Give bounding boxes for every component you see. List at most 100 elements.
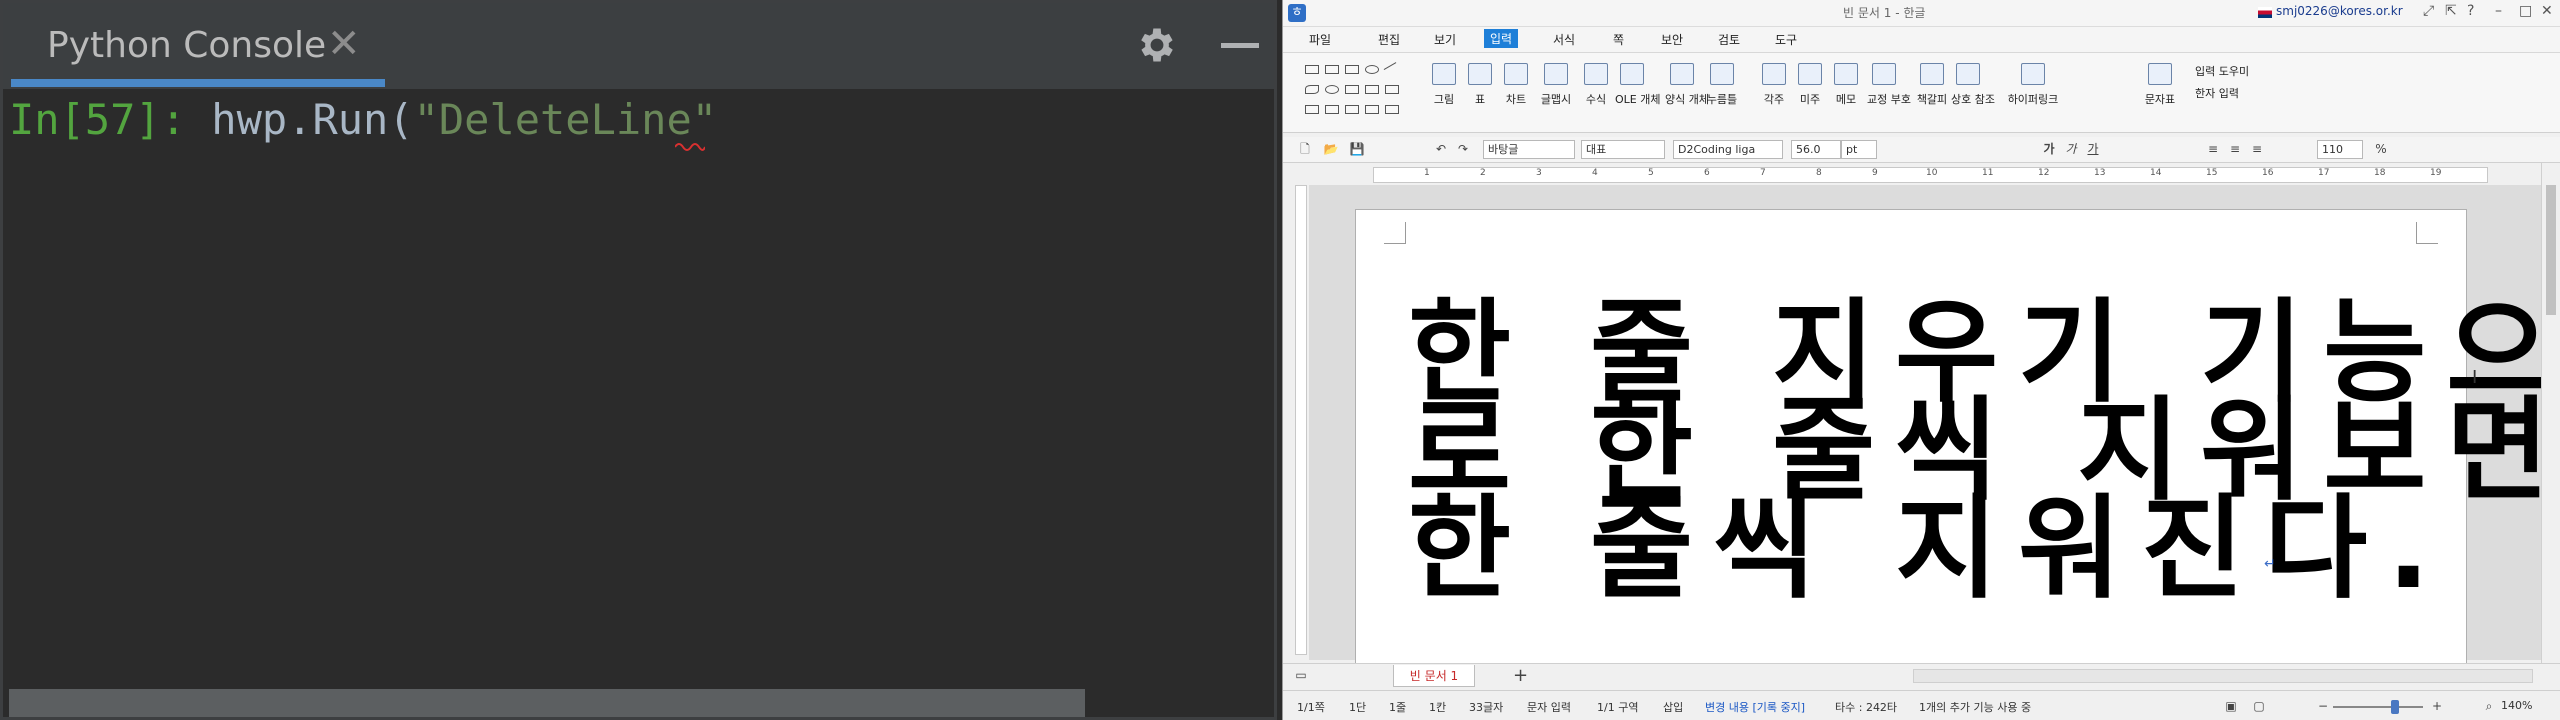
hanja-input-button[interactable]: 한자 입력 — [2195, 85, 2239, 101]
add-tab-icon[interactable]: + — [1513, 665, 1528, 686]
zoom-slider[interactable] — [2333, 706, 2423, 708]
chart-icon — [1504, 63, 1528, 85]
underline-icon[interactable]: 가 — [2085, 141, 2101, 157]
document-page[interactable]: 한 줄 지우기 기능으 로 한 줄씩 지워보면 한 줄씩 지워진다. ↵ — [1355, 209, 2549, 664]
magnifier-icon[interactable]: ⌕ — [2481, 698, 2497, 714]
ribbon-form-button[interactable]: 양식 개체 — [1665, 63, 1709, 107]
ribbon-endnote-button[interactable]: 미주 — [1793, 63, 1827, 107]
menu-review[interactable]: 검토 — [1718, 31, 1740, 48]
status-insert[interactable]: 삽입 — [1663, 699, 1683, 715]
menu-view[interactable]: 보기 — [1434, 31, 1456, 48]
document-horizontal-scrollbar[interactable] — [1913, 669, 2533, 683]
ribbon-footnote-button[interactable]: 각주 — [1757, 63, 1791, 107]
ribbon-field-button[interactable]: 누름틀 — [1705, 63, 1739, 107]
font-size-input[interactable]: 56.0 — [1791, 140, 1841, 159]
status-column: 1단 — [1349, 701, 1367, 714]
fullscreen-icon[interactable]: ⤢ — [2423, 3, 2434, 19]
ruler-number: 11 — [1982, 168, 1994, 178]
status-addons[interactable]: 1개의 추가 기능 사용 중 — [1919, 699, 2031, 715]
horizontal-scrollbar[interactable] — [9, 689, 1085, 717]
menu-file[interactable]: 파일 — [1309, 31, 1331, 48]
window-minimize-icon[interactable]: – — [2495, 3, 2502, 19]
redo-icon[interactable]: ↷ — [1455, 141, 1471, 157]
page-view-icon[interactable]: ▢ — [2251, 698, 2267, 714]
menu-format[interactable]: 서식 — [1553, 31, 1575, 48]
zoom-out-icon[interactable]: − — [2315, 698, 2331, 714]
equation-icon — [1584, 63, 1608, 85]
menu-edit[interactable]: 편집 — [1378, 31, 1400, 48]
font-unit-select[interactable]: pt — [1841, 140, 1877, 159]
window-close-icon[interactable]: ✕ — [2541, 3, 2553, 19]
shape-gallery[interactable] — [1305, 62, 1415, 125]
new-document-icon[interactable]: 🗋 — [1297, 141, 1313, 157]
restore-icon[interactable]: ⇱ — [2445, 3, 2457, 19]
window-maximize-icon[interactable]: □ — [2519, 3, 2532, 19]
undo-icon[interactable]: ↶ — [1433, 141, 1449, 157]
tab-python-console[interactable]: Python Console ✕ — [11, 3, 385, 89]
ribbon-symbol-button[interactable]: 문자표 — [2143, 63, 2177, 107]
ribbon-bookmark-button[interactable]: 책갈피 — [1915, 63, 1949, 107]
ribbon-proofmark-button[interactable]: 교정 부호 — [1867, 63, 1911, 107]
help-icon[interactable]: ? — [2467, 3, 2474, 19]
minimize-icon[interactable] — [1221, 43, 1259, 48]
align-justify-icon[interactable]: ≡ — [2205, 141, 2221, 157]
ruler-number: 13 — [2094, 168, 2106, 178]
ribbon-table-button[interactable]: 표 — [1463, 63, 1497, 107]
vertical-ruler[interactable] — [1295, 185, 1307, 655]
ruler-number: 4 — [1592, 168, 1598, 178]
open-icon[interactable]: 📂 — [1323, 141, 1339, 157]
ribbon-crossref-button[interactable]: 상호 참조 — [1951, 63, 1995, 107]
status-typing-count: 타수 : 242타 — [1835, 701, 1898, 714]
document-area[interactable]: 한 줄 지우기 기능으 로 한 줄씩 지워보면 한 줄씩 지워진다. ↵ I — [1309, 185, 2549, 664]
ruler-number: 16 — [2262, 168, 2274, 178]
vertical-scrollbar[interactable] — [2541, 163, 2560, 663]
ruler-number: 9 — [1872, 168, 1878, 178]
user-account[interactable]: smj0226@kores.or.kr — [2276, 4, 2403, 18]
hwp-window: ㅎ 빈 문서 1 - 한글 smj0226@kores.or.kr ⤢ ⇱ ? … — [1282, 0, 2560, 720]
hyperlink-icon — [2021, 63, 2045, 85]
menu-tools[interactable]: 도구 — [1775, 31, 1797, 48]
ribbon-memo-button[interactable]: 메모 — [1829, 63, 1863, 107]
view-mode-icon[interactable]: ▣ — [2223, 698, 2239, 714]
document-text-line[interactable]: 한 줄씩 지워진다. — [1408, 458, 2450, 620]
scrollbar-thumb[interactable] — [2546, 185, 2556, 315]
wordart-icon — [1544, 63, 1568, 85]
align-left-icon[interactable]: ≡ — [2227, 141, 2243, 157]
tab-list-icon[interactable]: ▭ — [1293, 667, 1309, 683]
language-select[interactable]: 대표 — [1581, 140, 1665, 159]
line-spacing-input[interactable]: 110 — [2317, 140, 2363, 159]
italic-icon[interactable]: 가 — [2063, 141, 2079, 157]
proofmark-icon — [1872, 63, 1896, 85]
bold-icon[interactable]: 가 — [2041, 141, 2057, 157]
gear-icon[interactable] — [1135, 23, 1179, 67]
horizontal-ruler[interactable]: 1 2 3 4 5 6 7 8 9 10 11 12 13 14 15 16 1… — [1373, 167, 2488, 183]
ribbon-ole-button[interactable]: OLE 개체 — [1615, 63, 1660, 107]
align-center-icon[interactable]: ≡ — [2249, 141, 2265, 157]
zoom-in-icon[interactable]: + — [2429, 698, 2445, 714]
style-select[interactable]: 바탕글 — [1483, 140, 1575, 159]
input-helper-button[interactable]: 입력 도우미 — [2195, 63, 2249, 79]
zoom-slider-thumb[interactable] — [2391, 700, 2399, 714]
menu-security[interactable]: 보안 — [1661, 31, 1683, 48]
status-chars: 33글자 — [1469, 701, 1504, 714]
python-console-panel: Python Console ✕ In[57]: hwp.Run("Delete… — [0, 0, 1277, 720]
close-icon[interactable]: ✕ — [327, 21, 361, 67]
status-track-changes[interactable]: 변경 내용 [기록 중지] — [1705, 699, 1805, 715]
console-input-line[interactable]: In[57]: hwp.Run("DeleteLine" — [9, 95, 717, 144]
status-col: 1칸 — [1429, 701, 1447, 714]
ribbon-wordart-button[interactable]: 글맵시 — [1539, 63, 1573, 107]
document-tab-bar: ▭ 빈 문서 1 + — [1283, 663, 2560, 689]
tab-document-1[interactable]: 빈 문서 1 — [1393, 665, 1475, 687]
status-zoom[interactable]: 140% — [2501, 699, 2532, 712]
ribbon-hyperlink-button[interactable]: 하이퍼링크 — [2005, 63, 2061, 107]
font-select[interactable]: D2Coding liga — [1673, 140, 1783, 159]
menu-page[interactable]: 쪽 — [1613, 31, 1624, 48]
menu-insert[interactable]: 입력 — [1484, 29, 1519, 48]
ribbon-chart-button[interactable]: 차트 — [1499, 63, 1533, 107]
ruler-number: 14 — [2150, 168, 2162, 178]
console-code: hwp.Run( — [211, 95, 414, 144]
ribbon-equation-button[interactable]: 수식 — [1579, 63, 1613, 107]
status-mode: 문자 입력 — [1527, 701, 1571, 714]
ribbon-picture-button[interactable]: 그림 — [1427, 63, 1461, 107]
save-icon[interactable]: 💾 — [1349, 141, 1365, 157]
